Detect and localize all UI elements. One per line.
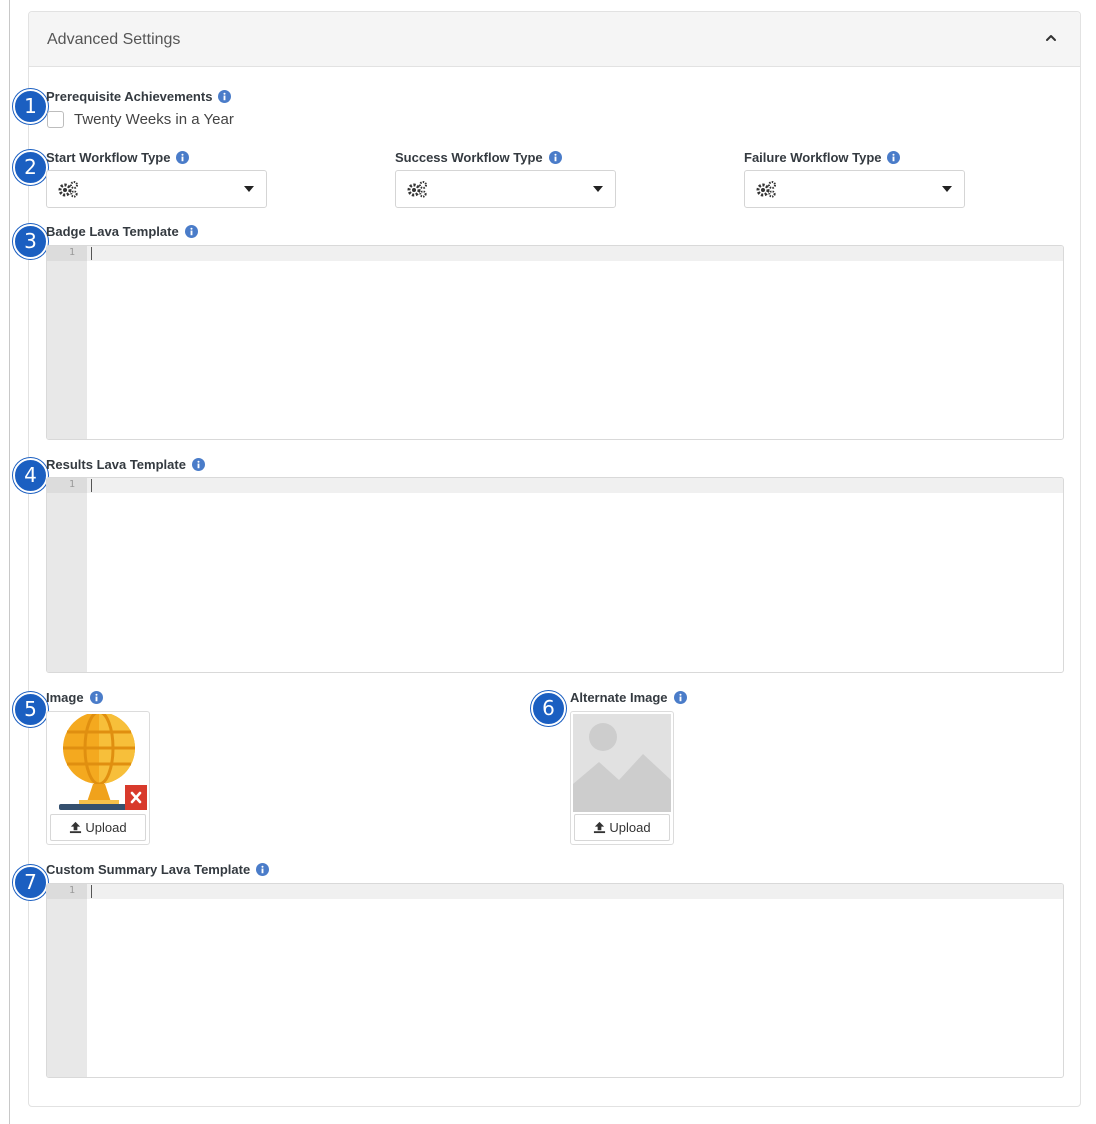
custom-summary-lava-template-text: Custom Summary Lava Template	[46, 862, 251, 877]
info-circle-icon[interactable]	[184, 225, 198, 238]
editor-gutter	[47, 246, 87, 439]
info-circle-icon[interactable]	[191, 458, 205, 471]
callout-badge-6: 6	[531, 691, 566, 726]
results-lava-template-editor[interactable]: 1	[46, 477, 1064, 673]
editor-active-line	[47, 478, 1063, 493]
alternate-image-upload-button[interactable]: Upload	[574, 814, 670, 841]
alternate-image-label-text: Alternate Image	[570, 690, 668, 705]
badge-lava-template-text: Badge Lava Template	[46, 224, 179, 239]
upload-icon	[70, 821, 82, 834]
upload-icon	[594, 821, 606, 834]
custom-summary-lava-template-editor[interactable]: 1	[46, 883, 1064, 1078]
image-label: Image	[46, 690, 103, 705]
image-upload-button[interactable]: Upload	[50, 814, 146, 841]
success-workflow-type-text: Success Workflow Type	[395, 150, 543, 165]
prerequisite-option-label: Twenty Weeks in a Year	[74, 111, 234, 128]
badge-lava-template-label: Badge Lava Template	[46, 224, 198, 239]
upload-label: Upload	[85, 820, 127, 835]
callout-badge-1: 1	[13, 89, 48, 124]
info-circle-icon[interactable]	[548, 151, 562, 164]
start-workflow-type-label: Start Workflow Type	[46, 150, 190, 165]
editor-active-line	[47, 884, 1063, 899]
alternate-image-uploader: Upload	[570, 711, 674, 845]
image-label-text: Image	[46, 690, 84, 705]
failure-workflow-type-text: Failure Workflow Type	[744, 150, 882, 165]
remove-image-button[interactable]	[125, 785, 147, 810]
editor-gutter	[47, 478, 87, 672]
success-workflow-type-select[interactable]	[395, 170, 616, 208]
editor-gutter	[47, 884, 87, 1077]
info-circle-icon[interactable]	[673, 691, 687, 704]
badge-lava-template-editor[interactable]: 1	[46, 245, 1064, 440]
info-circle-icon[interactable]	[256, 863, 270, 876]
line-number: 1	[68, 479, 75, 490]
cogs-icon	[407, 181, 427, 198]
alternate-image-label: Alternate Image	[570, 690, 687, 705]
start-workflow-type-select[interactable]	[46, 170, 267, 208]
failure-workflow-type-select[interactable]	[744, 170, 965, 208]
info-circle-icon[interactable]	[89, 691, 103, 704]
callout-badge-4: 4	[13, 458, 48, 493]
caret-down-icon	[942, 186, 952, 192]
image-uploader: Upload	[46, 711, 150, 845]
text-cursor	[91, 479, 92, 492]
line-number: 1	[68, 247, 75, 258]
prerequisite-checkbox[interactable]	[47, 111, 64, 128]
cogs-icon	[58, 181, 78, 198]
times-icon	[130, 791, 142, 804]
chevron-up-icon[interactable]	[1044, 31, 1058, 45]
text-cursor	[91, 247, 92, 260]
info-circle-icon[interactable]	[218, 90, 232, 103]
custom-summary-lava-template-label: Custom Summary Lava Template	[46, 862, 270, 877]
upload-label: Upload	[609, 820, 651, 835]
callout-badge-5: 5	[13, 692, 48, 727]
panel-title: Advanced Settings	[47, 31, 181, 48]
results-lava-template-label: Results Lava Template	[46, 457, 205, 472]
prerequisite-achievements-label: Prerequisite Achievements	[46, 89, 232, 104]
callout-badge-3: 3	[13, 224, 48, 259]
info-circle-icon[interactable]	[176, 151, 190, 164]
panel-header[interactable]: Advanced Settings	[29, 12, 1080, 67]
callout-badge-7: 7	[13, 865, 48, 900]
prerequisite-option[interactable]: Twenty Weeks in a Year	[47, 111, 234, 128]
start-workflow-type-text: Start Workflow Type	[46, 150, 171, 165]
cogs-icon	[756, 181, 776, 198]
caret-down-icon	[244, 186, 254, 192]
info-circle-icon[interactable]	[887, 151, 901, 164]
text-cursor	[91, 885, 92, 898]
prerequisite-achievements-text: Prerequisite Achievements	[46, 89, 213, 104]
line-number: 1	[68, 885, 75, 896]
results-lava-template-text: Results Lava Template	[46, 457, 186, 472]
failure-workflow-type-label: Failure Workflow Type	[744, 150, 901, 165]
success-workflow-type-label: Success Workflow Type	[395, 150, 562, 165]
caret-down-icon	[593, 186, 603, 192]
page-left-border	[9, 0, 10, 1124]
editor-active-line	[47, 246, 1063, 261]
callout-badge-2: 2	[13, 150, 48, 185]
image-placeholder-icon	[573, 714, 671, 812]
